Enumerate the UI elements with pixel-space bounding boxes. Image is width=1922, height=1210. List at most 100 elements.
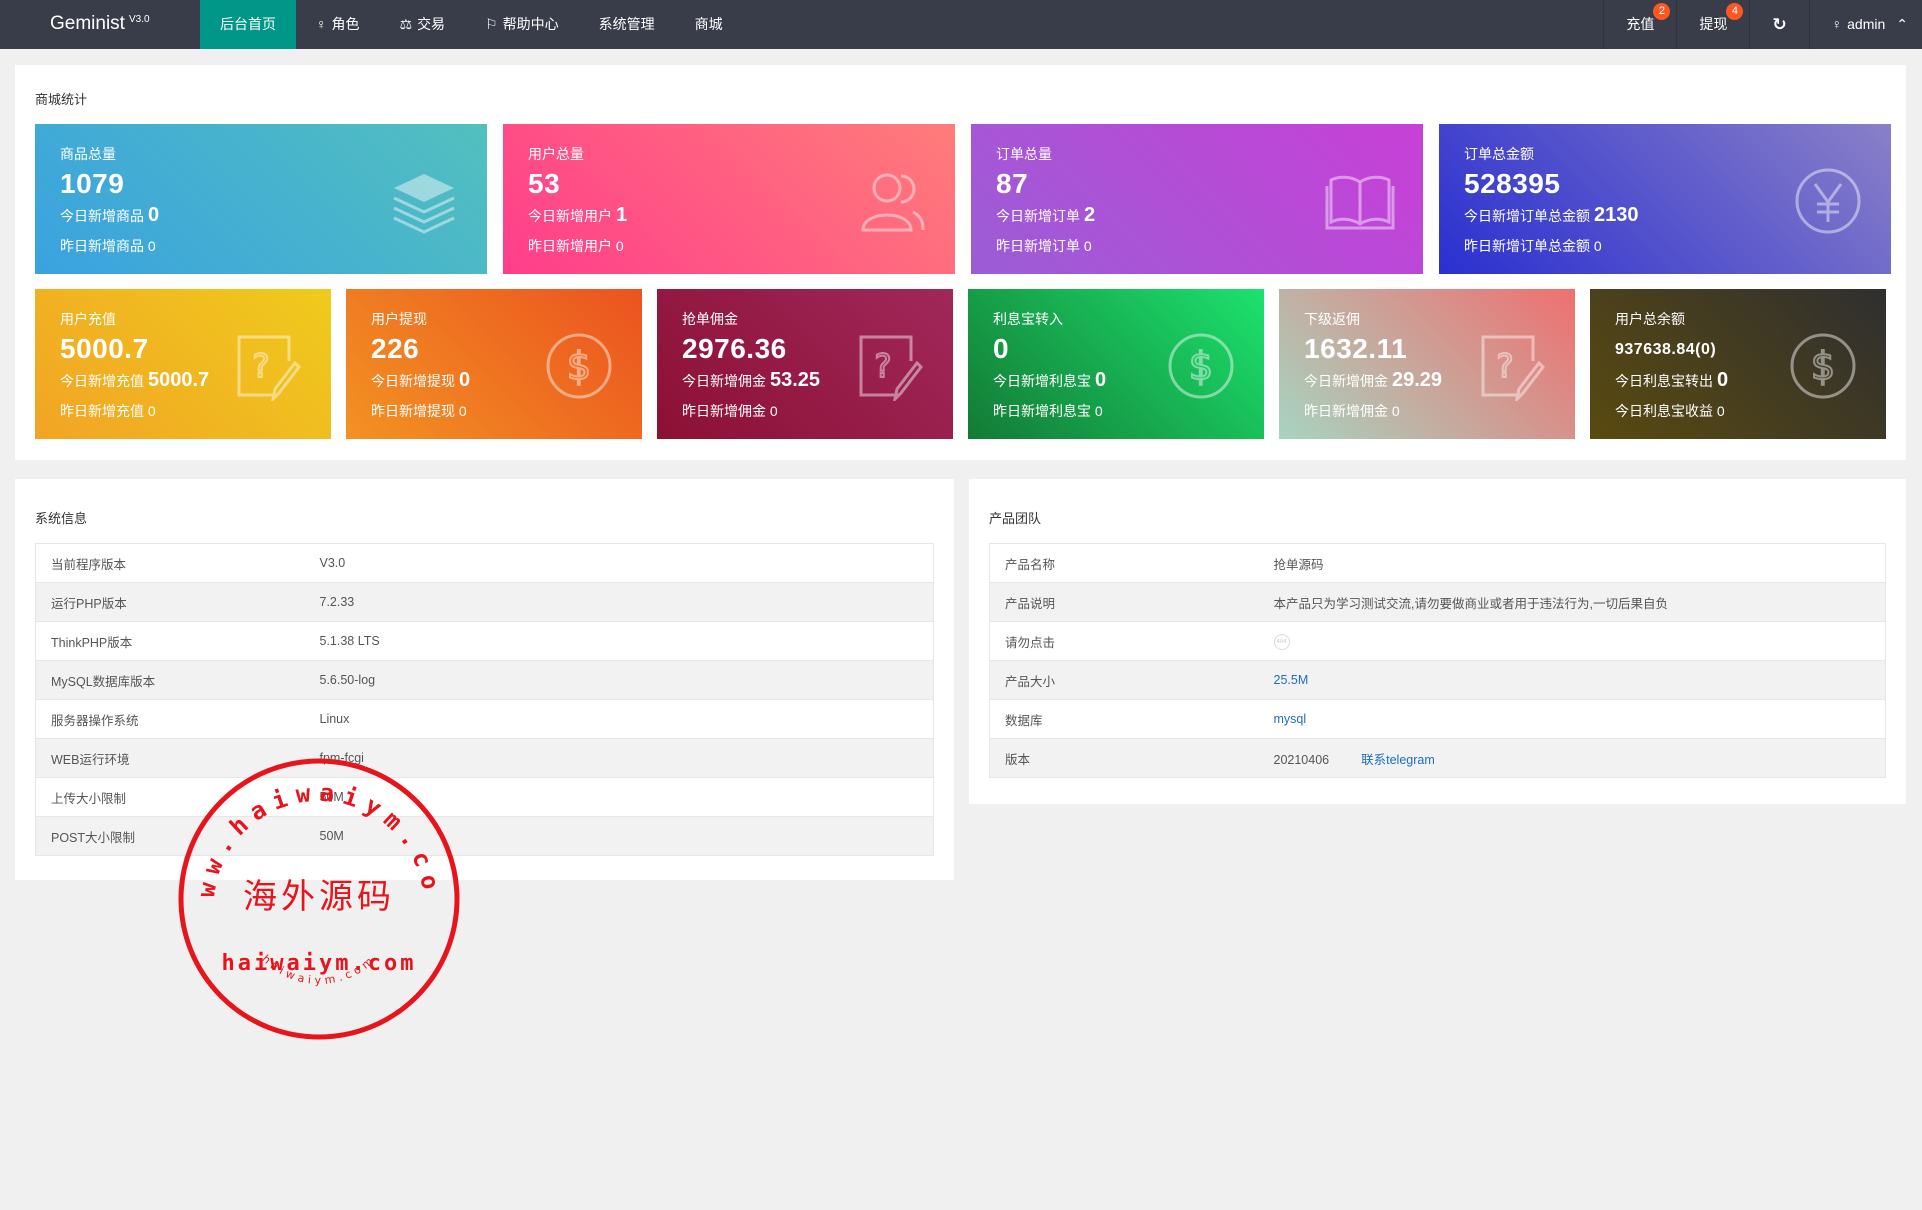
row-label: 产品说明 bbox=[989, 582, 1259, 622]
row-label: 请勿点击 bbox=[989, 621, 1259, 661]
row-label: 产品名称 bbox=[989, 543, 1259, 583]
stat-yesterday: 昨日新增订单总金额 0 bbox=[1464, 238, 1602, 254]
top-nav: Geminist V3.0 后台首页 ♀ 角色 ⚖ 交易 ⚐ 帮助中心 系统管理 商城 充值 2 提… bbox=[0, 0, 1922, 49]
row-value: fpm-fcgi bbox=[319, 751, 364, 765]
svg-text:?: ? bbox=[253, 347, 270, 385]
nav-item-label: 商城 bbox=[694, 16, 723, 32]
stat-today: 今日新增用户 1 bbox=[528, 204, 628, 226]
table-row: ThinkPHP版本 5.1.38 LTS bbox=[35, 621, 934, 661]
sysinfo-table: 当前程序版本 V3.0 运行PHP版本 7.2.33 ThinkPHP版本 5.1.38 … bbox=[35, 543, 934, 856]
row-label: POST大小限制 bbox=[35, 816, 305, 856]
nav-item-label: 交易 bbox=[417, 16, 446, 32]
book-icon bbox=[1325, 166, 1395, 236]
svg-text:$: $ bbox=[1811, 344, 1835, 388]
row-value: 50M bbox=[319, 829, 344, 843]
table-row: 请勿点击 404 bbox=[989, 621, 1886, 661]
recharge-button[interactable]: 充值 2 bbox=[1603, 0, 1676, 49]
nav-item-5[interactable]: 商城 bbox=[675, 0, 743, 49]
version-badge: V3.0 bbox=[128, 13, 150, 25]
table-row: 版本 20210406 联系telegram bbox=[989, 738, 1886, 778]
nav-item-label: 帮助中心 bbox=[502, 16, 559, 32]
row-value: 20210406 bbox=[1273, 752, 1330, 767]
stat-title: 用户充值 bbox=[60, 311, 116, 327]
nav-item-3[interactable]: ⚐ 帮助中心 bbox=[465, 0, 579, 49]
row-label: 服务器操作系统 bbox=[35, 699, 305, 739]
help-edit-icon: ? bbox=[855, 331, 925, 404]
refresh-button[interactable]: ↻ bbox=[1749, 0, 1808, 49]
refresh-icon: ↻ bbox=[1772, 15, 1787, 34]
table-row: 当前程序版本 V3.0 bbox=[35, 543, 934, 583]
row-value: 5.6.50-log bbox=[319, 673, 376, 687]
nav-item-label: 系统管理 bbox=[598, 16, 655, 32]
stat-today: 今日新增提现 0 bbox=[371, 369, 471, 391]
logo[interactable]: Geminist V3.0 bbox=[50, 13, 150, 35]
help-edit-icon: ? bbox=[1477, 331, 1547, 404]
contact-telegram-link[interactable]: 联系telegram bbox=[1361, 753, 1435, 767]
row-link[interactable]: mysql bbox=[1274, 712, 1307, 726]
row-label: MySQL数据库版本 bbox=[35, 660, 305, 700]
svg-text:海外源码: 海外源码 bbox=[243, 877, 395, 917]
stat-card: 抢单佣金 2976.36 今日新增佣金 53.25 昨日新增佣金 0 ? bbox=[657, 289, 953, 439]
table-row: 产品说明 本产品只为学习测试交流,请勿要做商业或者用于违法行为,一切后果自负 bbox=[989, 582, 1886, 622]
stat-yesterday: 昨日新增利息宝 0 bbox=[993, 403, 1103, 419]
svg-text:?: ? bbox=[1497, 347, 1514, 385]
nav-item-1[interactable]: ♀ 角色 bbox=[296, 0, 380, 49]
row-value: 50M bbox=[319, 790, 344, 804]
stat-card: 用户总量 53 今日新增用户 1 昨日新增用户 0 bbox=[503, 124, 955, 274]
table-row: 产品大小 25.5M bbox=[989, 660, 1886, 700]
row-label: 当前程序版本 bbox=[35, 543, 305, 583]
table-row: 运行PHP版本 7.2.33 bbox=[35, 582, 934, 622]
nav-item-0[interactable]: 后台首页 bbox=[200, 0, 296, 49]
stat-today: 今日新增佣金 29.29 bbox=[1304, 369, 1443, 391]
stats-panel: 商城统计 商品总量 1079 今日新增商品 0 昨日新增商品 0 用户总量 53 … bbox=[15, 65, 1906, 460]
user-menu[interactable]: ♀ admin ⌃ bbox=[1808, 0, 1922, 49]
row-label: 产品大小 bbox=[989, 660, 1259, 700]
stat-title: 用户总余额 bbox=[1615, 311, 1685, 327]
stat-yesterday: 昨日新增提现 0 bbox=[371, 403, 467, 419]
nav-item-2[interactable]: ⚖ 交易 bbox=[380, 0, 466, 49]
team-title: 产品团队 bbox=[989, 511, 1042, 526]
stat-card: 商品总量 1079 今日新增商品 0 昨日新增商品 0 bbox=[35, 124, 487, 274]
recharge-badge: 2 bbox=[1653, 3, 1671, 20]
scale-icon: ⚖ bbox=[399, 16, 413, 32]
stat-title: 订单总量 bbox=[996, 146, 1052, 162]
table-row: 服务器操作系统 Linux bbox=[35, 699, 934, 739]
row-label: 版本 bbox=[989, 738, 1259, 778]
row-label: 数据库 bbox=[989, 699, 1259, 739]
dollar-icon: $ bbox=[1788, 331, 1858, 401]
users-icon bbox=[857, 166, 927, 236]
sysinfo-title: 系统信息 bbox=[35, 511, 88, 526]
flag-icon: ⚐ bbox=[485, 16, 498, 32]
stat-yesterday: 昨日新增佣金 0 bbox=[1304, 403, 1400, 419]
stat-today: 今日新增商品 0 bbox=[60, 204, 160, 226]
stat-title: 抢单佣金 bbox=[682, 311, 738, 327]
withdraw-button[interactable]: 提现 4 bbox=[1676, 0, 1749, 49]
stat-today: 今日利息宝转出 0 bbox=[1615, 369, 1729, 391]
stat-value: 0 bbox=[993, 333, 1010, 364]
row-link[interactable]: 25.5M bbox=[1274, 673, 1309, 687]
stat-value: 2976.36 bbox=[682, 333, 787, 364]
do-not-click-icon[interactable]: 404 bbox=[1273, 634, 1290, 650]
stat-card: 用户总余额 937638.84(0) 今日利息宝转出 0 今日利息宝收益 0 $ bbox=[1590, 289, 1886, 439]
svg-text:$: $ bbox=[1189, 344, 1213, 388]
row-value: 5.1.38 LTS bbox=[319, 634, 380, 648]
user-icon: ♀ bbox=[1831, 16, 1843, 32]
stat-title: 用户提现 bbox=[371, 311, 427, 327]
layers-icon bbox=[389, 166, 459, 236]
team-panel: 产品团队 产品名称 抢单源码 产品说明 本产品只为学习测试交流,请勿要做商业或者用于违… bbox=[969, 479, 1906, 804]
row-label: ThinkPHP版本 bbox=[35, 621, 305, 661]
svg-text:?: ? bbox=[875, 347, 892, 385]
stat-title: 下级返佣 bbox=[1304, 311, 1360, 327]
stat-yesterday: 昨日新增充值 0 bbox=[60, 403, 156, 419]
stat-card: 用户提现 226 今日新增提现 0 昨日新增提现 0 $ bbox=[346, 289, 642, 439]
row-value: V3.0 bbox=[319, 556, 346, 570]
stat-value: 1079 bbox=[60, 168, 125, 199]
stat-title: 用户总量 bbox=[528, 146, 584, 162]
stat-title: 商品总量 bbox=[60, 146, 116, 162]
row-value: 本产品只为学习测试交流,请勿要做商业或者用于违法行为,一切后果自负 bbox=[1273, 596, 1668, 611]
stat-today: 今日新增订单总金额 2130 bbox=[1464, 204, 1639, 226]
nav-item-4[interactable]: 系统管理 bbox=[579, 0, 675, 49]
stat-value: 53 bbox=[528, 168, 561, 199]
row-label: 运行PHP版本 bbox=[35, 582, 305, 622]
svg-text:$: $ bbox=[567, 344, 591, 388]
